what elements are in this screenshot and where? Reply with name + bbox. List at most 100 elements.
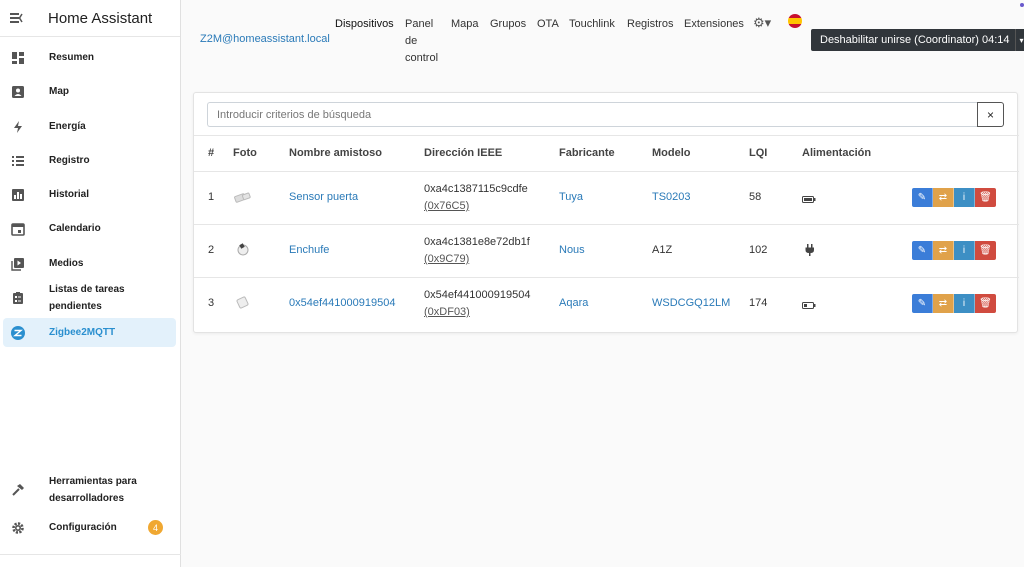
lqi-value: 102	[749, 244, 768, 256]
sidebar-item-label: Registro	[49, 155, 90, 166]
network-address: (0x9C79)	[424, 253, 470, 265]
column-header-power[interactable]: Alimentación	[802, 147, 871, 159]
sidebar-item-dev-tools[interactable]: Herramientas para desarrolladores	[3, 472, 176, 508]
clipboard-icon	[11, 291, 25, 305]
row-index: 3	[208, 297, 215, 309]
column-header-lqi[interactable]: LQI	[749, 147, 767, 159]
row-actions: ✎ ⇄ i 🗑	[912, 188, 996, 207]
search-bar: ×	[207, 102, 1004, 127]
map-person-icon	[11, 85, 25, 99]
ieee-address: 0xa4c1387115c9cdfe	[424, 183, 528, 195]
permit-join-button[interactable]: Deshabilitar unirse (Coordinator) 04:14	[811, 29, 1015, 51]
device-name-link[interactable]: Sensor puerta	[289, 189, 358, 206]
nav-panel-de-control[interactable]: Panel de control	[405, 16, 447, 67]
device-photo-icon	[235, 296, 253, 310]
clear-search-button[interactable]: ×	[977, 102, 1004, 127]
column-header-model[interactable]: Modelo	[652, 147, 691, 159]
rename-button[interactable]: ⇄	[933, 241, 954, 260]
nav-grupos[interactable]: Grupos	[490, 16, 526, 33]
rename-button[interactable]: ⇄	[933, 188, 954, 207]
divider	[194, 171, 1019, 172]
edit-button[interactable]: ✎	[912, 188, 933, 207]
media-icon	[11, 257, 25, 271]
row-index: 2	[208, 244, 215, 256]
sidebar-item-zigbee2mqtt[interactable]: Zigbee2MQTT	[3, 318, 176, 347]
sidebar-item-label: Resumen	[49, 52, 95, 63]
device-name-link[interactable]: 0x54ef441000919504	[289, 295, 395, 312]
nav-touchlink[interactable]: Touchlink	[569, 16, 615, 33]
sidebar-header: Home Assistant	[0, 0, 180, 37]
sidebar-item-calendario[interactable]: Calendario	[3, 214, 176, 243]
sidebar-item-medios[interactable]: Medios	[3, 249, 176, 278]
sidebar-item-listas[interactable]: Listas de tareas pendientes	[3, 283, 176, 312]
sidebar-item-resumen[interactable]: Resumen	[3, 43, 176, 72]
column-header-name[interactable]: Nombre amistoso	[289, 147, 382, 159]
language-flag-icon[interactable]	[788, 14, 802, 28]
remove-button[interactable]: 🗑	[975, 294, 996, 313]
column-header-ieee[interactable]: Dirección IEEE	[424, 147, 502, 159]
model-text: A1Z	[652, 244, 673, 256]
remove-button[interactable]: 🗑	[975, 241, 996, 260]
settings-dropdown-icon[interactable]: ⚙▾	[753, 15, 775, 30]
zigbee-icon	[11, 325, 25, 340]
status-dot	[1020, 3, 1024, 7]
sidebar-item-label: Historial	[49, 189, 90, 200]
sidebar-item-map[interactable]: Map	[3, 77, 176, 106]
sidebar-item-configuracion[interactable]: Configuración 4	[3, 513, 176, 542]
nav-mapa[interactable]: Mapa	[451, 16, 479, 33]
info-button[interactable]: i	[954, 294, 975, 313]
top-navigation: Z2M@homeassistant.local Dispositivos Pan…	[181, 0, 1024, 82]
calendar-icon	[11, 222, 25, 236]
sidebar-item-label: Configuración	[49, 522, 117, 533]
sidebar-item-label: Calendario	[49, 223, 101, 234]
edit-button[interactable]: ✎	[912, 294, 933, 313]
gear-icon	[11, 521, 25, 535]
model-link[interactable]: WSDCGQ12LM	[652, 295, 730, 312]
host-link[interactable]: Z2M@homeassistant.local	[200, 33, 330, 45]
devices-card: × # Foto Nombre amistoso Dirección IEEE …	[193, 92, 1019, 333]
model-link[interactable]: TS0203	[652, 189, 691, 206]
rename-button[interactable]: ⇄	[933, 294, 954, 313]
manufacturer-link[interactable]: Tuya	[559, 189, 583, 206]
network-address: (0x76C5)	[424, 200, 470, 212]
row-actions: ✎ ⇄ i 🗑	[912, 241, 996, 260]
nav-registros[interactable]: Registros	[627, 16, 673, 33]
sidebar-item-historial[interactable]: Historial	[3, 180, 176, 209]
lqi-value: 174	[749, 297, 768, 309]
sidebar: Home Assistant Resumen Map Energía Regis…	[0, 0, 181, 567]
sidebar-item-label: Medios	[49, 258, 84, 269]
manufacturer-link[interactable]: Nous	[559, 242, 585, 259]
lightning-icon	[11, 120, 25, 134]
battery-half-icon	[802, 298, 820, 312]
sidebar-item-registro[interactable]: Registro	[3, 146, 176, 175]
divider	[194, 277, 1019, 278]
nav-dispositivos[interactable]: Dispositivos	[335, 16, 394, 33]
menu-toggle-icon[interactable]	[10, 11, 26, 25]
list-icon	[11, 154, 25, 168]
sidebar-item-label: Listas de tareas pendientes	[49, 283, 125, 312]
remove-button[interactable]: 🗑	[975, 188, 996, 207]
notification-badge: 4	[148, 520, 163, 535]
column-header-photo[interactable]: Foto	[233, 147, 257, 159]
device-name-link[interactable]: Enchufe	[289, 242, 329, 259]
nav-extensiones[interactable]: Extensiones	[684, 16, 744, 33]
info-button[interactable]: i	[954, 188, 975, 207]
info-button[interactable]: i	[954, 241, 975, 260]
manufacturer-link[interactable]: Aqara	[559, 295, 588, 312]
column-header-manufacturer[interactable]: Fabricante	[559, 147, 615, 159]
sidebar-item-energia[interactable]: Energía	[3, 112, 176, 141]
nav-ota[interactable]: OTA	[537, 16, 559, 33]
device-photo-icon	[234, 191, 252, 205]
sidebar-item-label: Energía	[49, 121, 86, 132]
battery-full-icon	[802, 192, 820, 206]
hammer-icon	[11, 483, 25, 497]
search-input[interactable]	[207, 102, 977, 127]
divider	[194, 135, 1019, 136]
edit-button[interactable]: ✎	[912, 241, 933, 260]
sidebar-item-label: Zigbee2MQTT	[49, 327, 116, 338]
sidebar-divider	[0, 554, 181, 555]
ieee-address: 0x54ef441000919504	[424, 289, 531, 301]
column-header-index[interactable]: #	[208, 147, 214, 159]
sidebar-item-label: Map	[49, 86, 69, 97]
permit-join-dropdown-icon[interactable]: ▾	[1015, 29, 1024, 51]
